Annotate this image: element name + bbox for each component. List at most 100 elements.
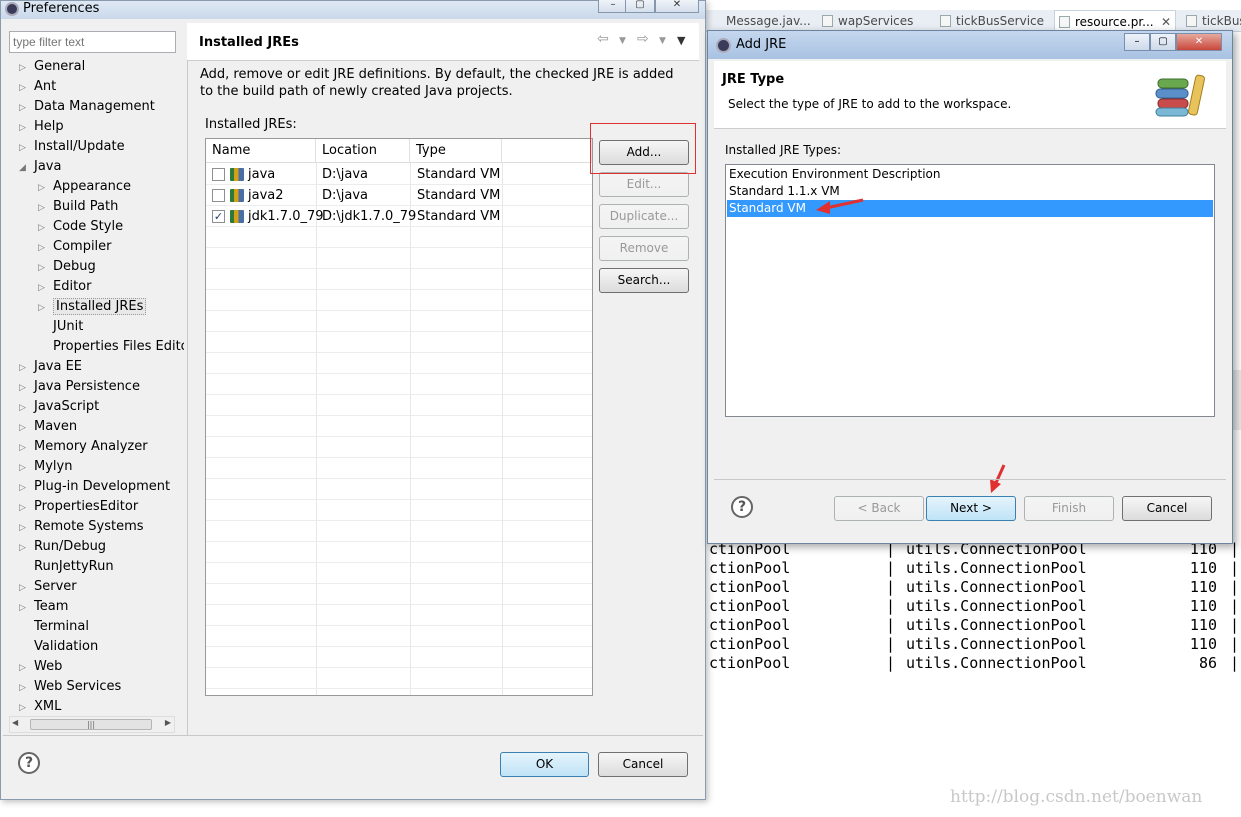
table-row[interactable]	[206, 479, 592, 500]
expanded-arrow-icon[interactable]: ◢	[19, 158, 29, 178]
tree-item[interactable]: ▷ Data Management	[19, 97, 155, 117]
tree-item[interactable]: ▷ Build Path	[38, 197, 118, 217]
view-menu-icon[interactable]: ▼	[677, 34, 685, 47]
tree-item[interactable]: ▷ Web Services	[19, 677, 121, 697]
close-icon[interactable]: ✕	[1161, 11, 1171, 32]
editor-tab[interactable]: tickBusService	[936, 10, 1056, 32]
next-button[interactable]: Next >	[926, 496, 1016, 521]
duplicate-button[interactable]: Duplicate...	[599, 204, 689, 229]
table-row[interactable]	[206, 500, 592, 521]
filter-input[interactable]	[9, 31, 176, 53]
tree-item[interactable]: ▷ Remote Systems	[19, 517, 144, 537]
editor-tab-active[interactable]: resource.pr... ✕	[1054, 10, 1176, 32]
expand-arrow-icon[interactable]: ▷	[19, 418, 29, 438]
tree-item[interactable]: ▷ PropertiesEditor	[19, 497, 138, 517]
jre-type-item[interactable]: Execution Environment Description	[727, 166, 1213, 183]
expand-arrow-icon[interactable]: ▷	[38, 238, 48, 258]
jre-type-item[interactable]: Standard VM	[727, 200, 1213, 217]
tree-item[interactable]: ▷ Plug-in Development	[19, 477, 170, 497]
cancel-button[interactable]: Cancel	[1122, 496, 1212, 521]
table-row[interactable]	[206, 563, 592, 584]
back-nav-icon[interactable]: ⇦	[597, 31, 609, 47]
table-row[interactable]	[206, 311, 592, 332]
expand-arrow-icon[interactable]: ▷	[19, 378, 29, 398]
expand-arrow-icon[interactable]: ▷	[19, 438, 29, 458]
expand-arrow-icon[interactable]: ▷	[19, 518, 29, 538]
help-icon[interactable]: ?	[731, 496, 753, 518]
tree-item[interactable]: ▷ Java Persistence	[19, 377, 140, 397]
table-row[interactable]	[206, 584, 592, 605]
tree-item[interactable]: ▷ Maven	[19, 417, 77, 437]
table-row[interactable]	[206, 227, 592, 248]
tree-item[interactable]: ▷ Help	[19, 117, 64, 137]
tree-item[interactable]: Properties Files Edito	[38, 337, 184, 357]
tree-item[interactable]: ▷ Debug	[38, 257, 96, 277]
table-row[interactable]	[206, 668, 592, 689]
column-header-location[interactable]: Location	[316, 139, 410, 163]
tree-item[interactable]: ▷ Memory Analyzer	[19, 437, 148, 457]
table-row[interactable]	[206, 290, 592, 311]
tree-item[interactable]: ▷ XML	[19, 697, 61, 717]
table-row[interactable]	[206, 269, 592, 290]
minimize-button[interactable]: –	[598, 0, 628, 13]
table-row[interactable]	[206, 248, 592, 269]
expand-arrow-icon[interactable]: ▷	[19, 578, 29, 598]
forward-nav-icon[interactable]: ⇨	[637, 31, 649, 47]
chevron-down-icon[interactable]: ▼	[619, 36, 626, 46]
expand-arrow-icon[interactable]: ▷	[19, 58, 29, 78]
editor-tab[interactable]: Message.jav...	[706, 10, 816, 32]
table-row[interactable]	[206, 332, 592, 353]
table-row[interactable]	[206, 605, 592, 626]
jre-checkbox[interactable]	[212, 168, 225, 181]
tree-item[interactable]: ▷ Compiler	[38, 237, 112, 257]
table-row[interactable]	[206, 416, 592, 437]
table-row[interactable]	[206, 542, 592, 563]
editor-tab[interactable]: wapServices	[818, 10, 934, 32]
editor-tab[interactable]: tickBus	[1182, 10, 1241, 32]
tree-item[interactable]: ▷ JavaScript	[19, 397, 99, 417]
expand-arrow-icon[interactable]: ▷	[19, 598, 29, 618]
edit-button[interactable]: Edit...	[599, 172, 689, 197]
jre-type-item[interactable]: Standard 1.1.x VM	[727, 183, 1213, 200]
tree-item[interactable]: ▷ Mylyn	[19, 457, 72, 477]
table-row[interactable]: java2 D:\java Standard VM	[206, 185, 592, 206]
tree-item[interactable]: ▷ General	[19, 57, 85, 77]
tree-item[interactable]: ▷ Installed JREs	[38, 297, 147, 318]
close-button[interactable]: ✕	[1176, 33, 1222, 51]
tree-item[interactable]: Validation	[19, 637, 98, 657]
column-header-name[interactable]: Name	[206, 139, 316, 163]
cancel-button[interactable]: Cancel	[598, 752, 688, 777]
table-row[interactable]	[206, 647, 592, 668]
jre-checkbox[interactable]: ✓	[212, 210, 225, 223]
help-icon[interactable]: ?	[18, 752, 40, 774]
tree-item[interactable]: ▷ Ant	[19, 77, 56, 97]
tree-item[interactable]: JUnit	[38, 317, 83, 337]
expand-arrow-icon[interactable]: ▷	[19, 358, 29, 378]
search-button[interactable]: Search...	[599, 268, 689, 293]
scroll-left-icon[interactable]: ◀	[12, 718, 18, 727]
table-row[interactable]: java D:\java Standard VM	[206, 164, 592, 185]
expand-arrow-icon[interactable]: ▷	[19, 98, 29, 118]
expand-arrow-icon[interactable]: ▷	[38, 258, 48, 278]
expand-arrow-icon[interactable]: ▷	[19, 478, 29, 498]
table-row[interactable]	[206, 395, 592, 416]
tree-item[interactable]: ▷ Run/Debug	[19, 537, 106, 557]
expand-arrow-icon[interactable]: ▷	[38, 178, 48, 198]
expand-arrow-icon[interactable]: ▷	[19, 458, 29, 478]
tree-item[interactable]: ▷ Java EE	[19, 357, 82, 377]
remove-button[interactable]: Remove	[599, 236, 689, 261]
tree-item[interactable]: ▷ Editor	[38, 277, 91, 297]
close-button[interactable]: ✕	[655, 0, 699, 13]
maximize-icon[interactable]: ▢	[625, 0, 655, 13]
expand-arrow-icon[interactable]: ▷	[38, 218, 48, 238]
maximize-icon[interactable]: ▢	[1150, 33, 1176, 51]
table-row[interactable]	[206, 437, 592, 458]
expand-arrow-icon[interactable]: ▷	[38, 298, 48, 318]
minimize-button[interactable]: –	[1124, 33, 1150, 51]
horizontal-scrollbar[interactable]: ◀ ||| ▶	[9, 716, 175, 733]
expand-arrow-icon[interactable]: ▷	[38, 198, 48, 218]
column-header-type[interactable]: Type	[410, 139, 502, 163]
tree-item[interactable]: ▷ Web	[19, 657, 62, 677]
tree-item[interactable]: ▷ Code Style	[38, 217, 123, 237]
scroll-right-icon[interactable]: ▶	[165, 718, 171, 727]
